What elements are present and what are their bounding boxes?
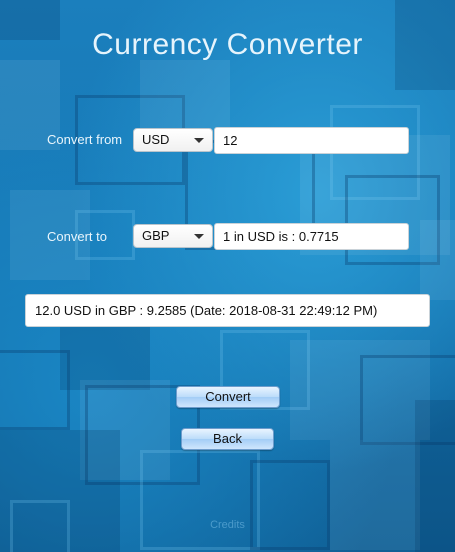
app-title: Currency Converter	[92, 28, 363, 61]
watermark-text: Credits	[210, 519, 245, 531]
rate-field: 1 in USD is : 0.7715	[214, 223, 409, 250]
background-pattern	[0, 0, 455, 552]
from-currency-value: USD	[142, 132, 170, 147]
convert-from-label: Convert from	[47, 132, 123, 147]
chevron-down-icon	[194, 138, 204, 143]
from-currency-select[interactable]: USD	[133, 128, 213, 152]
amount-input[interactable]: 12	[214, 127, 409, 154]
convert-button[interactable]: Convert	[176, 386, 280, 408]
to-currency-value: GBP	[142, 228, 170, 243]
back-button[interactable]: Back	[181, 428, 274, 450]
chevron-down-icon	[194, 234, 204, 239]
result-field: 12.0 USD in GBP : 9.2585 (Date: 2018-08-…	[25, 294, 430, 327]
convert-to-label: Convert to	[47, 229, 107, 244]
to-currency-select[interactable]: GBP	[133, 224, 213, 248]
